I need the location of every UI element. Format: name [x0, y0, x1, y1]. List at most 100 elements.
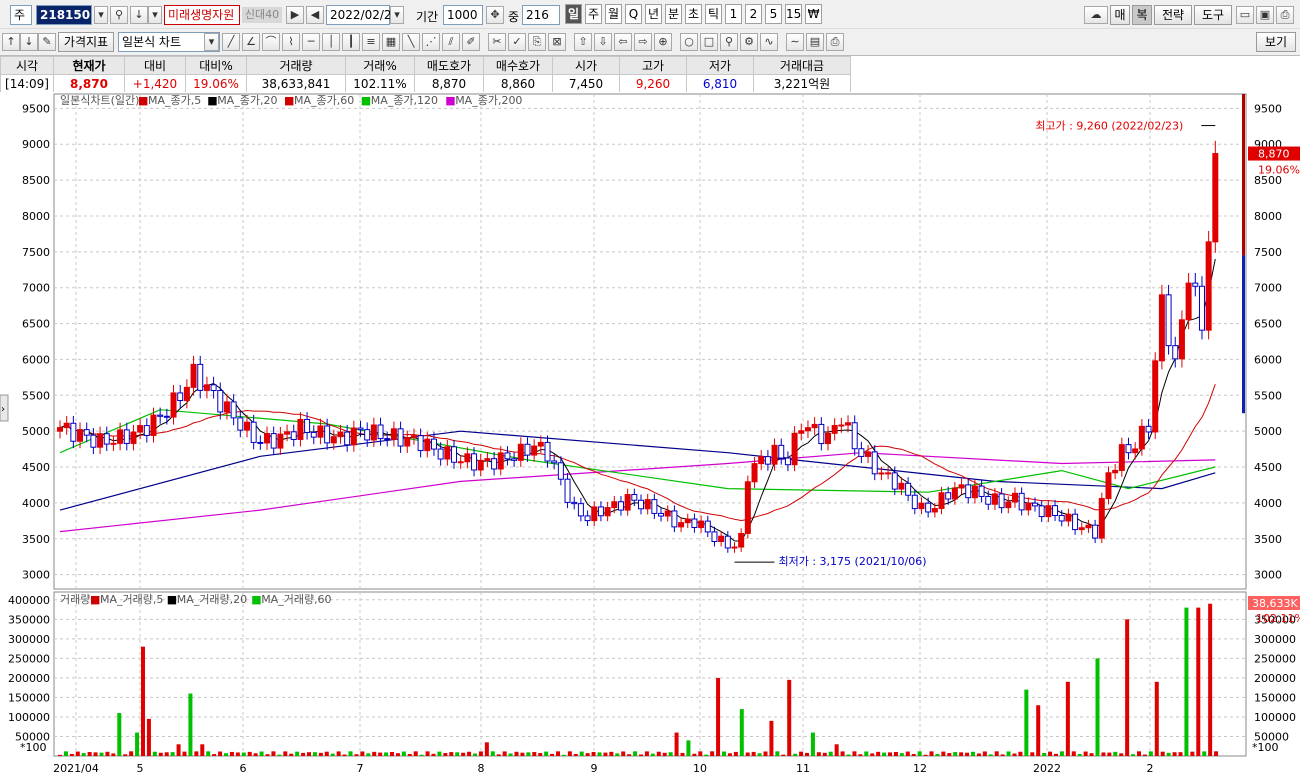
next-icon[interactable]: ▶ — [286, 6, 304, 24]
drawing-tool-icon[interactable]: ⋰ — [422, 33, 440, 51]
drawing-tool-icon[interactable]: ╱ — [222, 33, 240, 51]
calendar-dropdown-icon[interactable]: ▾ — [390, 6, 404, 24]
drawing-tool-icon[interactable]: ▤ — [806, 33, 824, 51]
period-tab[interactable]: 주 — [585, 4, 602, 24]
prev-icon[interactable]: ◀ — [306, 6, 324, 24]
candle-body — [1138, 425, 1145, 450]
period-tab[interactable]: Q — [625, 4, 642, 24]
volume-bar — [1018, 751, 1023, 756]
chart-type-dropdown-icon[interactable]: ▾ — [204, 33, 219, 51]
period-input[interactable]: 1000 — [443, 5, 483, 25]
drawing-tool-icon[interactable]: □ — [700, 33, 718, 51]
drawing-tool-icon[interactable]: ⚲ — [720, 33, 738, 51]
drawing-tool-icon[interactable]: ⌒ — [262, 33, 280, 51]
candle-body — [764, 456, 771, 465]
period-tab[interactable]: 15 — [785, 4, 802, 24]
period-tab[interactable]: 틱 — [705, 4, 722, 24]
period-tab[interactable]: 일 — [565, 4, 582, 24]
drawing-tool-icon[interactable]: │ — [322, 33, 340, 51]
legend-item: MA_거래량,60 — [261, 593, 331, 606]
print-icon[interactable]: ⎙ — [1276, 6, 1294, 24]
volume-bar — [1012, 753, 1017, 756]
view-button[interactable]: 보기 — [1256, 32, 1296, 52]
mid-input[interactable]: 216 — [522, 5, 560, 25]
candle-body — [858, 448, 865, 457]
drawing-tool-icon[interactable]: ┃ — [342, 33, 360, 51]
drawing-tool-icon[interactable]: ⌇ — [282, 33, 300, 51]
drawing-tool-icon[interactable]: ∼ — [786, 33, 804, 51]
candle-body — [624, 494, 631, 511]
drawing-tool-icon[interactable]: ⇧ — [574, 33, 592, 51]
drawing-tool-icon[interactable]: ⇩ — [594, 33, 612, 51]
down-arrow-icon[interactable]: ↓ — [20, 33, 38, 51]
volume-bar — [206, 751, 211, 756]
period-tab[interactable]: 초 — [685, 4, 702, 24]
volume-bar — [988, 754, 993, 756]
price-tick-left: 8000 — [22, 210, 50, 223]
period-tab[interactable]: ₩ — [805, 4, 822, 24]
drawing-tool-icon[interactable]: ─ — [302, 33, 320, 51]
volume-bar — [1214, 751, 1219, 756]
drawing-tool-icon[interactable]: ⊠ — [548, 33, 566, 51]
candle-body — [1118, 444, 1125, 471]
list-dropdown-icon[interactable]: ▾ — [148, 6, 162, 24]
expand-icon[interactable]: ✥ — [486, 6, 504, 24]
drawing-tool-icon[interactable]: ∠ — [242, 33, 260, 51]
cloud-icon[interactable]: ☁ — [1084, 6, 1108, 24]
drawing-tool-icon[interactable]: ✓ — [508, 33, 526, 51]
drawing-tool-icon[interactable]: ╲ — [402, 33, 420, 51]
save-icon[interactable]: ▣ — [1256, 6, 1274, 24]
candle-body — [150, 414, 157, 436]
period-tab[interactable]: 월 — [605, 4, 622, 24]
toolbar-button[interactable]: 매 — [1110, 5, 1130, 25]
drawing-tool-icon[interactable]: ∿ — [760, 33, 778, 51]
candle-body — [1185, 282, 1192, 321]
candle-body — [878, 472, 885, 475]
up-arrow-icon[interactable]: ↑ — [2, 33, 20, 51]
drawing-tool-icon[interactable]: ✐ — [462, 33, 480, 51]
drawing-tool-icon[interactable]: ✂ — [488, 33, 506, 51]
drawing-tool-icon[interactable]: ≡ — [362, 33, 380, 51]
toolbar-button[interactable]: 복 — [1132, 5, 1152, 25]
drawing-tool-icon[interactable]: ⊕ — [654, 33, 672, 51]
candle-body — [1078, 527, 1085, 531]
drawing-tool-icon[interactable]: ⚙ — [740, 33, 758, 51]
sort-icon[interactable]: ↓ — [130, 6, 148, 24]
volume-bar — [81, 753, 86, 756]
folder-icon[interactable]: ▭ — [1236, 6, 1254, 24]
drawing-tool-icon[interactable]: ⫽ — [442, 33, 460, 51]
period-tab[interactable]: 1 — [725, 4, 742, 24]
indicator-button[interactable]: 가격지표 — [58, 32, 114, 52]
candle-body — [437, 448, 444, 460]
volume-bar — [1006, 751, 1011, 756]
volume-bar — [911, 753, 916, 756]
period-tab[interactable]: 5 — [765, 4, 782, 24]
price-tick-left: 9500 — [22, 102, 50, 115]
period-tab[interactable]: 년 — [645, 4, 662, 24]
toolbar-button[interactable]: 전략 — [1154, 5, 1192, 25]
drawing-tool-icon[interactable]: ⎘ — [528, 33, 546, 51]
search-icon[interactable]: ⚲ — [110, 6, 128, 24]
volume-bar — [1178, 752, 1183, 756]
code-dropdown-icon[interactable]: ▾ — [94, 6, 108, 24]
drawing-tool-icon[interactable]: ⇨ — [634, 33, 652, 51]
legend-title: 일본식차트(일간) — [60, 93, 139, 107]
quote-header: 거래량 — [246, 56, 346, 75]
volume-bar — [129, 751, 134, 756]
drawing-tool-icon[interactable]: ⇦ — [614, 33, 632, 51]
date-input[interactable]: 2022/02/23 — [326, 5, 399, 25]
volume-bar — [704, 754, 709, 756]
candle-body — [337, 431, 344, 438]
period-tab[interactable]: 분 — [665, 4, 682, 24]
candle-body — [1045, 505, 1052, 518]
period-tab[interactable]: 2 — [745, 4, 762, 24]
stock-chart[interactable]: 3000350040004500500055006000650070007500… — [0, 92, 1300, 778]
drawing-tool-icon[interactable]: ○ — [680, 33, 698, 51]
drawing-tool-icon[interactable]: ▦ — [382, 33, 400, 51]
stock-code-input[interactable]: 218150 — [36, 5, 92, 25]
edit-icon[interactable]: ✎ — [38, 33, 56, 51]
candle-body — [898, 482, 905, 490]
market-select[interactable]: 주 — [10, 5, 32, 25]
toolbar-button[interactable]: 도구 — [1194, 5, 1232, 25]
drawing-tool-icon[interactable]: ⎙ — [826, 33, 844, 51]
